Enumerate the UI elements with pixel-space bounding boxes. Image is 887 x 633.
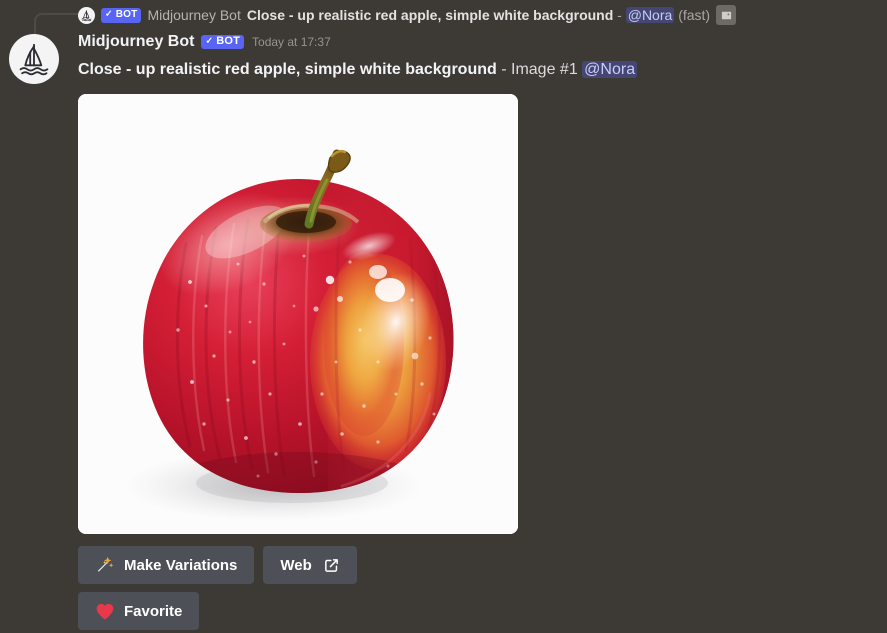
midjourney-sailboat-icon[interactable] xyxy=(9,34,59,84)
web-button[interactable]: Web xyxy=(263,546,357,584)
reply-author-name[interactable]: Midjourney Bot xyxy=(147,7,240,23)
message-header: Midjourney Bot ✓ BOT Today at 17:37 xyxy=(78,30,871,54)
message-content: Close - up realistic red apple, simple w… xyxy=(78,59,871,81)
message-timestamp: Today at 17:37 xyxy=(252,35,331,49)
action-button-row-primary: Make Variations Web xyxy=(78,546,871,584)
reply-mention-nora[interactable]: @Nora xyxy=(625,7,675,23)
action-button-row-secondary: Favorite xyxy=(78,592,871,630)
message-body: Midjourney Bot ✓ BOT Today at 17:37 Clos… xyxy=(0,30,887,630)
verified-check-icon: ✓ xyxy=(205,35,214,46)
reply-bot-badge: ✓ BOT xyxy=(101,7,142,23)
image-attachment-icon xyxy=(716,5,737,25)
message-mention-nora[interactable]: @Nora xyxy=(582,61,638,78)
message-prompt-text: Close - up realistic red apple, simple w… xyxy=(78,61,497,78)
heart-icon xyxy=(95,602,115,621)
message-image-index: Image #1 xyxy=(511,61,578,78)
make-variations-button[interactable]: Make Variations xyxy=(78,546,255,584)
reply-reference-bar[interactable]: ✓ BOT Midjourney Bot Close - up realisti… xyxy=(0,0,887,30)
make-variations-label: Make Variations xyxy=(124,556,238,574)
favorite-label: Favorite xyxy=(124,602,183,620)
midjourney-sailboat-icon xyxy=(78,6,95,24)
reply-message-preview[interactable]: Close - up realistic red apple, simple w… xyxy=(247,7,710,23)
message-bot-badge: ✓ BOT xyxy=(201,35,245,49)
favorite-button[interactable]: Favorite xyxy=(78,592,200,630)
web-label: Web xyxy=(280,556,312,574)
message-block: Midjourney Bot ✓ BOT Today at 17:37 Clos… xyxy=(0,30,887,630)
discord-message-view: ✓ BOT Midjourney Bot Close - up realisti… xyxy=(0,0,887,633)
reply-speed-label: (fast) xyxy=(678,7,711,23)
bot-badge-label: BOT xyxy=(216,35,241,47)
reply-prompt-text: Close - up realistic red apple, simple w… xyxy=(246,7,614,23)
message-author-name[interactable]: Midjourney Bot xyxy=(78,34,194,50)
external-link-icon xyxy=(323,557,340,574)
bot-badge-label: BOT xyxy=(115,8,138,20)
sparkle-wand-icon xyxy=(95,555,115,575)
generated-image-attachment[interactable] xyxy=(78,94,518,534)
verified-check-icon: ✓ xyxy=(105,8,113,19)
